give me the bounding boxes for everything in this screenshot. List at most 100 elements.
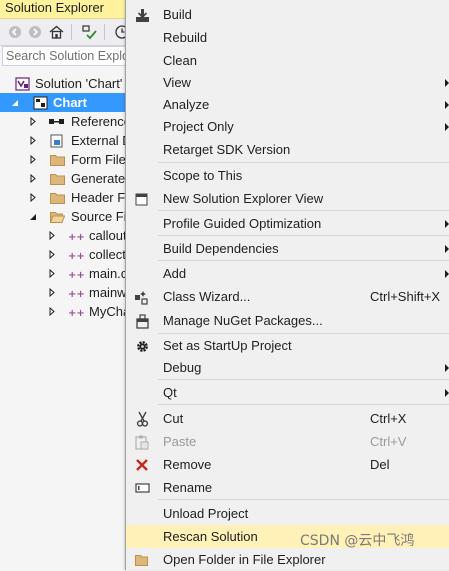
gear-icon xyxy=(134,338,150,354)
remove-x-icon xyxy=(134,457,150,473)
collapsed-arrow-icon[interactable] xyxy=(47,283,57,302)
build-icon xyxy=(134,7,150,23)
tree-item-form-files[interactable]: Form Files xyxy=(0,150,128,169)
nuget-icon xyxy=(134,313,150,329)
menu-item-paste[interactable]: Paste Ctrl+V xyxy=(126,430,449,453)
collapsed-arrow-icon[interactable] xyxy=(28,169,38,188)
cpp-file-icon: ++ xyxy=(68,285,84,300)
tree-item-label: MyChart.cpp xyxy=(89,304,128,319)
solution-explorer-toolbar xyxy=(0,19,128,46)
menu-separator xyxy=(158,260,449,261)
collapsed-arrow-icon[interactable] xyxy=(28,112,38,131)
menu-item-new-solution-explorer-view[interactable]: New Solution Explorer View xyxy=(126,187,449,210)
toolbar-separator xyxy=(104,24,105,40)
tree-item-label: Header Files xyxy=(71,190,128,205)
class-wizard-icon xyxy=(134,289,150,305)
tree-item-cpp-file[interactable]: ++ main.cpp xyxy=(0,264,128,283)
collapsed-arrow-icon[interactable] xyxy=(47,302,57,321)
svg-text:++: ++ xyxy=(68,232,84,242)
external-deps-icon xyxy=(49,133,65,148)
toolbar-separator xyxy=(71,24,72,40)
tree-item-cpp-file[interactable]: ++ callout.cpp xyxy=(0,226,128,245)
folder-icon xyxy=(49,171,65,186)
menu-item-unload-project[interactable]: Unload Project xyxy=(126,502,449,525)
collapsed-arrow-icon[interactable] xyxy=(28,150,38,169)
menu-item-cut[interactable]: Cut Ctrl+X xyxy=(126,407,449,430)
menu-item-view[interactable]: View xyxy=(126,71,449,94)
menu-item-scope-to-this[interactable]: Scope to This xyxy=(126,164,449,187)
tree-item-references[interactable]: References xyxy=(0,112,128,131)
tree-item-cpp-file[interactable]: ++ mainwindow.cpp xyxy=(0,283,128,302)
paste-icon xyxy=(134,434,150,450)
collapsed-arrow-icon[interactable] xyxy=(28,188,38,207)
collapsed-arrow-icon[interactable] xyxy=(47,245,57,264)
menu-item-build-dependencies[interactable]: Build Dependencies xyxy=(126,237,449,260)
menu-item-set-as-startup-project[interactable]: Set as StartUp Project xyxy=(126,334,449,357)
menu-item-analyze[interactable]: Analyze xyxy=(126,93,449,116)
submenu-arrow-icon xyxy=(445,270,449,278)
menu-separator xyxy=(158,379,449,380)
menu-item-rebuild[interactable]: Rebuild xyxy=(126,26,449,49)
menu-item-rename[interactable]: Rename xyxy=(126,476,449,499)
forward-icon[interactable] xyxy=(26,23,44,41)
menu-item-remove[interactable]: Remove Del xyxy=(126,453,449,476)
shortcut-text: Ctrl+V xyxy=(370,434,407,449)
project-icon xyxy=(32,95,48,110)
tree-item-source-files[interactable]: Source Files xyxy=(0,207,128,226)
back-icon[interactable] xyxy=(6,23,24,41)
tree-item-chart-project[interactable]: Chart xyxy=(0,93,128,112)
tree-item-label: Solution 'Chart' (1 of 1 project) xyxy=(35,76,128,91)
menu-item-build[interactable]: Build xyxy=(126,3,449,26)
collapsed-arrow-icon[interactable] xyxy=(28,131,38,150)
menu-item-project-only[interactable]: Project Only xyxy=(126,115,449,138)
folder-open-icon xyxy=(49,209,65,224)
menu-item-debug[interactable]: Debug xyxy=(126,356,449,379)
tree-item-label: Chart xyxy=(53,95,87,110)
home-icon[interactable] xyxy=(47,23,65,41)
solution-icon xyxy=(14,76,30,91)
submenu-arrow-icon xyxy=(445,389,449,397)
tree-item-cpp-file[interactable]: ++ collection.cpp xyxy=(0,245,128,264)
cpp-file-icon: ++ xyxy=(68,247,84,262)
project-context-menu: Build Rebuild Clean View Analyze Project… xyxy=(125,0,449,570)
menu-item-clean[interactable]: Clean xyxy=(126,49,449,72)
menu-item-class-wizard[interactable]: Class Wizard... Ctrl+Shift+X xyxy=(126,285,449,308)
menu-item-manage-nuget-packages[interactable]: Manage NuGet Packages... xyxy=(126,309,449,332)
collapsed-arrow-icon[interactable] xyxy=(47,264,57,283)
tree-item-solution[interactable]: Solution 'Chart' (1 of 1 project) xyxy=(0,74,128,93)
folder-icon xyxy=(49,190,65,205)
svg-text:++: ++ xyxy=(68,308,84,318)
menu-separator xyxy=(158,235,449,236)
tree-item-header-files[interactable]: Header Files xyxy=(0,188,128,207)
expanded-arrow-icon[interactable] xyxy=(28,207,38,226)
menu-item-open-folder-in-file-explorer[interactable]: Open Folder in File Explorer xyxy=(126,548,449,571)
menu-item-profile-guided-optimization[interactable]: Profile Guided Optimization xyxy=(126,212,449,235)
submenu-arrow-icon xyxy=(445,101,449,109)
tree-item-label: callout.cpp xyxy=(89,228,128,243)
tree-item-label: mainwindow.cpp xyxy=(89,285,128,300)
tree-item-cpp-file[interactable]: ++ MyChart.cpp xyxy=(0,302,128,321)
expanded-arrow-icon[interactable] xyxy=(10,93,20,112)
tree-item-external-dependencies[interactable]: External Dependencies xyxy=(0,131,128,150)
shortcut-text: Ctrl+Shift+X xyxy=(370,289,441,304)
menu-item-qt[interactable]: Qt xyxy=(126,381,449,404)
submenu-arrow-icon xyxy=(445,123,449,131)
menu-item-retarget-sdk-version[interactable]: Retarget SDK Version xyxy=(126,138,449,161)
search-input[interactable] xyxy=(3,47,128,65)
folder-icon xyxy=(49,152,65,167)
tree-item-label: collection.cpp xyxy=(89,247,128,262)
search-solution-explorer-box[interactable] xyxy=(2,46,128,66)
tree-item-label: External Dependencies xyxy=(71,133,128,148)
menu-item-add[interactable]: Add xyxy=(126,262,449,285)
tree-item-label: Source Files xyxy=(71,209,128,224)
tree-item-label: Generated Files xyxy=(71,171,128,186)
collapsed-arrow-icon[interactable] xyxy=(47,226,57,245)
cpp-file-icon: ++ xyxy=(68,228,84,243)
tree-item-label: main.cpp xyxy=(89,266,128,281)
cpp-file-icon: ++ xyxy=(68,266,84,281)
cpp-file-icon: ++ xyxy=(68,304,84,319)
watermark-text: CSDN @云中飞鸿 xyxy=(300,533,415,549)
shortcut-text: Ctrl+X xyxy=(370,411,407,426)
sync-icon[interactable] xyxy=(80,23,98,41)
tree-item-generated-files[interactable]: Generated Files xyxy=(0,169,128,188)
